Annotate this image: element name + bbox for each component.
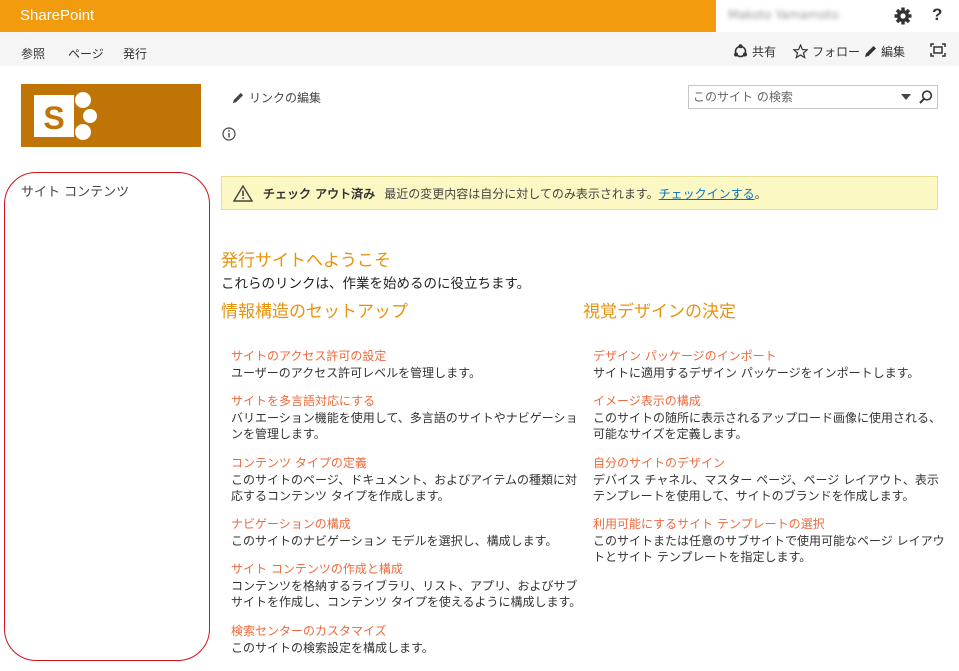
import-design-package-link[interactable]: デザイン パッケージのインポート — [593, 348, 948, 364]
edit-links-label: リンクの編集 — [249, 91, 322, 105]
edit-links-button[interactable]: リンクの編集 — [232, 89, 321, 106]
make-multilingual-link[interactable]: サイトを多言語対応にする — [231, 393, 586, 409]
tab-browse[interactable]: 参照 — [21, 45, 45, 62]
suite-bar: SharePoint Makoto Yamamoto ? — [0, 0, 959, 32]
search-box — [688, 85, 938, 109]
follow-label: フォロー — [812, 45, 861, 59]
check-in-link[interactable]: チェックインする — [659, 185, 755, 202]
list-item: イメージ表示の構成 このサイトの随所に表示されるアップロード画像に使用される、可… — [593, 393, 948, 442]
suite-bar-brand-strip — [0, 0, 716, 32]
gear-icon[interactable] — [893, 6, 913, 26]
list-item: ナビゲーションの構成 このサイトのナビゲーション モデルを選択し、構成します。 — [231, 516, 586, 549]
status-period: 。 — [754, 186, 767, 201]
item-description: このサイトのページ、ドキュメント、およびアイテムの種類に対応するコンテンツ タイ… — [231, 473, 577, 503]
status-message: 最近の変更内容は自分に対してのみ表示されます。 — [384, 186, 659, 201]
sharepoint-logo-icon: S — [34, 92, 97, 140]
item-description: このサイトまたは任意のサブサイトで使用可能なページ レイアウトとサイト テンプレ… — [593, 534, 945, 564]
create-site-content-link[interactable]: サイト コンテンツの作成と構成 — [231, 561, 586, 577]
pencil-icon — [865, 46, 876, 57]
info-icon[interactable] — [222, 127, 236, 141]
follow-button[interactable]: フォロー — [793, 43, 860, 60]
design-your-site-link[interactable]: 自分のサイトのデザイン — [593, 455, 948, 471]
customize-search-center-link[interactable]: 検索センターのカスタマイズ — [231, 623, 586, 639]
share-icon — [734, 44, 747, 58]
focus-on-content-icon[interactable] — [930, 43, 946, 57]
star-icon — [793, 44, 808, 59]
section-title-visual-design: 視覚デザインの決定 — [583, 302, 736, 322]
list-item: 検索センターのカスタマイズ このサイトの検索設定を構成します。 — [231, 623, 586, 656]
item-description: コンテンツを格納するライブラリ、リスト、アプリ、およびサブサイトを作成し、コンテ… — [231, 579, 582, 609]
define-content-types-link[interactable]: コンテンツ タイプの定義 — [231, 455, 586, 471]
list-item: サイトを多言語対応にする バリエーション機能を使用して、多言語のサイトやナビゲー… — [231, 393, 586, 442]
search-icon[interactable] — [918, 89, 934, 105]
item-description: このサイトのナビゲーション モデルを選択し、構成します。 — [231, 534, 558, 548]
sharepoint-brand-link[interactable]: SharePoint — [20, 7, 94, 24]
list-item: デザイン パッケージのインポート サイトに適用するデザイン パッケージをインポー… — [593, 348, 948, 381]
status-title: チェック アウト済み — [263, 186, 376, 201]
intro-text: これらのリンクは、作業を始めるのに役立ちます。 — [221, 276, 531, 292]
red-highlight-annotation — [4, 172, 210, 661]
choose-site-templates-link[interactable]: 利用可能にするサイト テンプレートの選択 — [593, 516, 948, 532]
tab-page[interactable]: ページ — [68, 45, 104, 62]
item-description: サイトに適用するデザイン パッケージをインポートします。 — [593, 366, 920, 380]
list-item: サイトのアクセス許可の設定 ユーザーのアクセス許可レベルを管理します。 — [231, 348, 586, 381]
ribbon: 参照 ページ 発行 共有 フォロー 編集 — [0, 32, 959, 66]
pencil-icon — [232, 92, 244, 103]
configure-image-renditions-link[interactable]: イメージ表示の構成 — [593, 393, 948, 409]
edit-button[interactable]: 編集 — [864, 43, 905, 60]
list-item: 自分のサイトのデザイン デバイス チャネル、マスター ページ、ページ レイアウト… — [593, 455, 948, 504]
item-description: このサイトの検索設定を構成します。 — [231, 641, 434, 655]
list-item: 利用可能にするサイト テンプレートの選択 このサイトまたは任意のサブサイトで使用… — [593, 516, 948, 565]
warning-icon — [233, 184, 253, 202]
item-description: ユーザーのアクセス許可レベルを管理します。 — [231, 366, 481, 380]
list-item: サイト コンテンツの作成と構成 コンテンツを格納するライブラリ、リスト、アプリ、… — [231, 561, 586, 610]
user-name[interactable]: Makoto Yamamoto — [728, 8, 878, 24]
item-description: このサイトの随所に表示されるアップロード画像に使用される、可能なサイズを定義しま… — [593, 411, 942, 441]
site-logo[interactable]: S — [21, 84, 201, 147]
set-permissions-link[interactable]: サイトのアクセス許可の設定 — [231, 348, 586, 364]
section-title-information-architecture: 情報構造のセットアップ — [221, 302, 408, 322]
checked-out-status-bar: チェック アウト済み 最近の変更内容は自分に対してのみ表示されます。 チェックイ… — [221, 176, 938, 210]
search-input[interactable] — [693, 89, 883, 105]
item-description: バリエーション機能を使用して、多言語のサイトやナビゲーションを管理します。 — [231, 411, 578, 441]
edit-label: 編集 — [881, 45, 906, 59]
item-description: デバイス チャネル、マスター ページ、ページ レイアウト、表示テンプレートを使用… — [593, 473, 939, 503]
configure-navigation-link[interactable]: ナビゲーションの構成 — [231, 516, 586, 532]
share-label: 共有 — [752, 45, 777, 59]
welcome-heading: 発行サイトへようこそ — [221, 251, 391, 271]
list-item: コンテンツ タイプの定義 このサイトのページ、ドキュメント、およびアイテムの種類… — [231, 455, 586, 504]
svg-text:S: S — [43, 100, 64, 136]
help-icon[interactable]: ? — [932, 5, 942, 25]
share-button[interactable]: 共有 — [733, 43, 776, 60]
tab-publish[interactable]: 発行 — [123, 45, 147, 62]
search-scope-dropdown-icon[interactable] — [901, 94, 911, 100]
